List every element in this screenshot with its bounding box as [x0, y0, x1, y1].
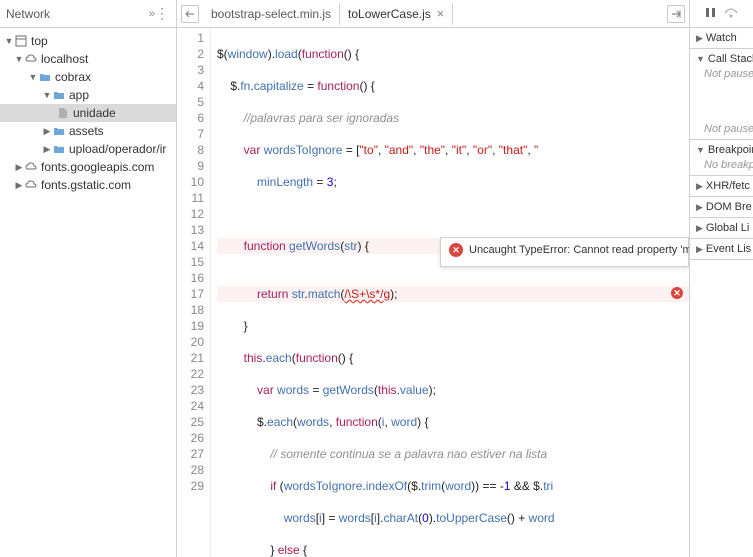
- section-label: Watch: [706, 32, 737, 44]
- event-section[interactable]: ▶Event Lis: [690, 239, 753, 260]
- folder-icon: [52, 143, 66, 155]
- debugger-controls: [690, 0, 753, 28]
- tab-tolowercase[interactable]: toLowerCase.js ×: [340, 3, 453, 25]
- chevron-right-icon: ▶: [42, 126, 52, 137]
- error-badge-icon[interactable]: ✕: [671, 287, 683, 299]
- cloud-icon: [24, 53, 38, 65]
- error-icon: ✕: [449, 243, 463, 257]
- chevron-right-icon: ▶: [14, 162, 24, 173]
- tree-top[interactable]: ▼ top: [0, 32, 176, 50]
- tab-nav-left-icon[interactable]: [181, 5, 199, 23]
- cloud-icon: [24, 161, 38, 173]
- line-gutter: 1234567891011121314151617181920212223242…: [177, 28, 211, 557]
- dom-section[interactable]: ▶DOM Bre: [690, 197, 753, 218]
- tree-upload[interactable]: ▶ upload/operador/ir: [0, 140, 176, 158]
- not-paused-label: Not pause: [696, 65, 747, 80]
- section-label: Global Li: [706, 222, 749, 234]
- tree-unidade[interactable]: unidade: [0, 104, 176, 122]
- chevron-right-icon: ▶: [696, 244, 703, 255]
- tree-label: upload/operador/ir: [69, 142, 166, 156]
- folder-icon: [52, 89, 66, 101]
- chevron-right-icon: ▶: [14, 180, 24, 191]
- tree-label: top: [31, 34, 48, 48]
- tree-label: app: [69, 88, 89, 102]
- tree-label: localhost: [41, 52, 88, 66]
- global-section[interactable]: ▶Global Li: [690, 218, 753, 239]
- section-label: Breakpoints: [708, 144, 753, 156]
- chevron-right-icon: ▶: [696, 33, 703, 44]
- folder-icon: [52, 125, 66, 137]
- file-icon: [56, 107, 70, 119]
- no-breakpoints-label: No breakpo: [696, 156, 747, 171]
- section-label: DOM Bre: [706, 201, 752, 213]
- callstack-section[interactable]: ▼Call Stack Not pause Not pause: [690, 49, 753, 140]
- tree-cobrax[interactable]: ▼ cobrax: [0, 68, 176, 86]
- chevron-down-icon: ▼: [4, 36, 14, 46]
- tree-label: fonts.gstatic.com: [41, 178, 131, 192]
- code-editor[interactable]: 1234567891011121314151617181920212223242…: [177, 28, 689, 557]
- pause-icon[interactable]: [705, 7, 716, 21]
- tree-label: cobrax: [55, 70, 91, 84]
- chevron-right-icon: ▶: [696, 181, 703, 192]
- code-area[interactable]: $(window).load(function() { $.fn.capital…: [211, 28, 689, 557]
- chevron-down-icon: ▼: [28, 72, 38, 82]
- tree-localhost[interactable]: ▼ localhost: [0, 50, 176, 68]
- tree-label: fonts.googleapis.com: [41, 160, 154, 174]
- more-menu-icon[interactable]: ⋮: [155, 5, 170, 22]
- section-label: Call Stack: [708, 53, 753, 65]
- network-panel: Network » ⋮ ▼ top ▼ localhost ▼ cobrax ▼…: [0, 0, 177, 557]
- cloud-icon: [24, 179, 38, 191]
- chevron-right-icon: ▶: [42, 144, 52, 155]
- section-label: XHR/fetc: [706, 180, 750, 192]
- tab-label: toLowerCase.js: [348, 7, 431, 21]
- section-label: Event Lis: [706, 243, 751, 255]
- tab-label: bootstrap-select.min.js: [211, 7, 331, 21]
- tab-bootstrap[interactable]: bootstrap-select.min.js: [203, 3, 340, 25]
- not-paused-label: Not pause: [696, 120, 747, 135]
- chevron-right-icon: ▶: [696, 223, 703, 234]
- tree-app[interactable]: ▼ app: [0, 86, 176, 104]
- chevron-down-icon: ▼: [696, 54, 705, 64]
- watch-section[interactable]: ▶Watch: [690, 28, 753, 49]
- tree-googleapis[interactable]: ▶ fonts.googleapis.com: [0, 158, 176, 176]
- chevron-right-icon: ▶: [696, 202, 703, 213]
- network-header: Network » ⋮: [0, 0, 176, 28]
- tab-nav-right-icon[interactable]: [667, 5, 685, 23]
- editor-panel: bootstrap-select.min.js toLowerCase.js ×…: [177, 0, 690, 557]
- xhr-section[interactable]: ▶XHR/fetc: [690, 176, 753, 197]
- panel-title: Network: [6, 7, 146, 21]
- close-icon[interactable]: ×: [437, 6, 445, 21]
- tree-gstatic[interactable]: ▶ fonts.gstatic.com: [0, 176, 176, 194]
- step-over-icon[interactable]: [724, 7, 738, 21]
- error-tooltip: ✕ Uncaught TypeError: Cannot read proper…: [440, 237, 689, 267]
- debugger-panel: ▶Watch ▼Call Stack Not pause Not pause ▼…: [690, 0, 753, 557]
- tree-assets[interactable]: ▶ assets: [0, 122, 176, 140]
- tree-label: unidade: [73, 106, 116, 120]
- frame-icon: [14, 35, 28, 47]
- chevron-down-icon: ▼: [42, 90, 52, 100]
- tabs-bar: bootstrap-select.min.js toLowerCase.js ×: [177, 0, 689, 28]
- chevron-down-icon: ▼: [696, 145, 705, 155]
- chevron-down-icon: ▼: [14, 54, 24, 64]
- error-message: Uncaught TypeError: Cannot read property…: [469, 242, 689, 258]
- tree-label: assets: [69, 124, 104, 138]
- breakpoints-section[interactable]: ▼Breakpoints No breakpo: [690, 140, 753, 176]
- file-tree: ▼ top ▼ localhost ▼ cobrax ▼ app unidade…: [0, 28, 176, 198]
- folder-icon: [38, 71, 52, 83]
